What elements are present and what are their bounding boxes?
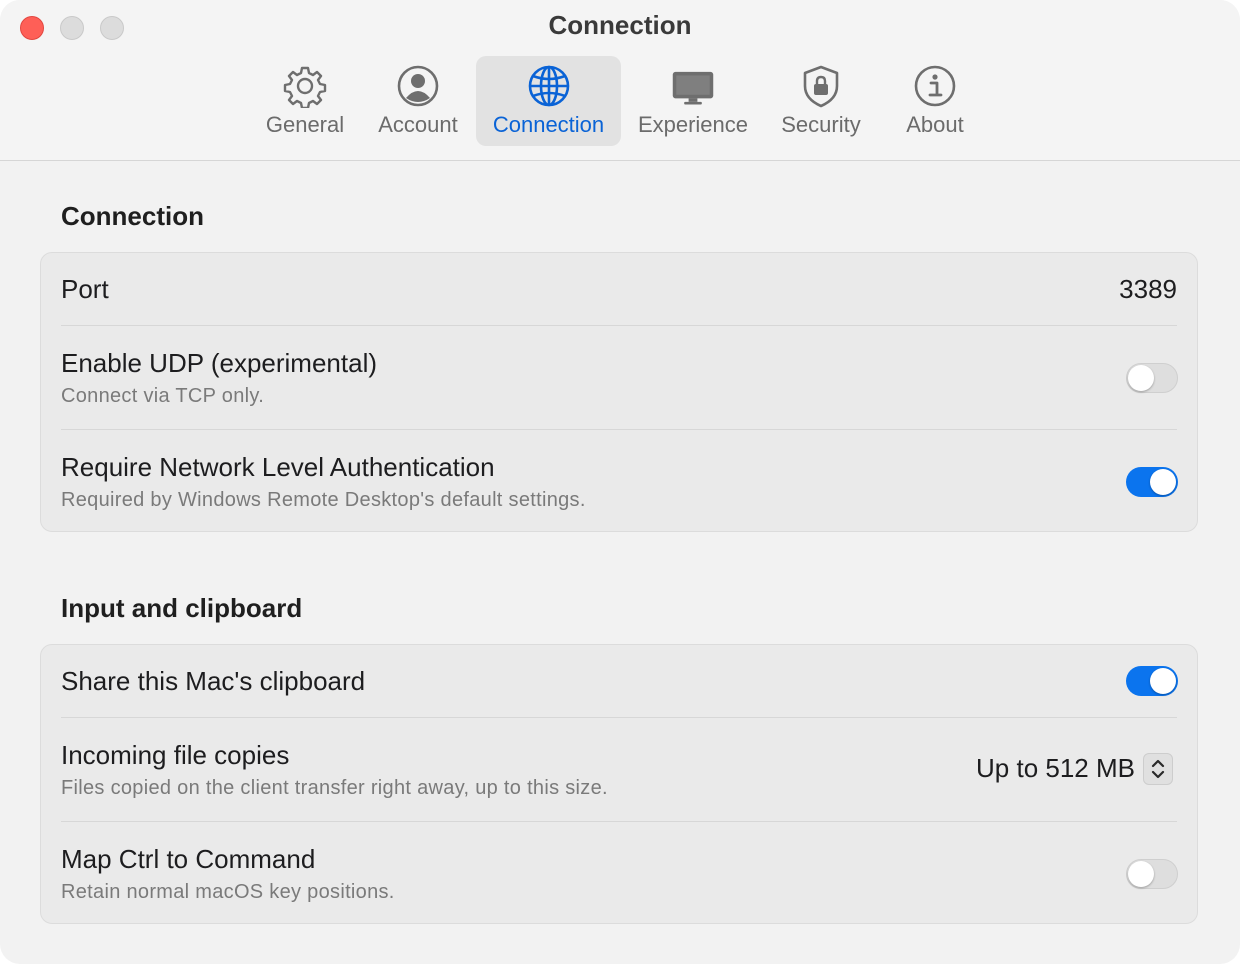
nla-row: Require Network Level Authentication Req… (41, 430, 1197, 533)
clipboard-row: Share this Mac's clipboard (41, 645, 1197, 717)
udp-label: Enable UDP (experimental) (61, 348, 377, 378)
clipboard-label: Share this Mac's clipboard (61, 666, 366, 696)
chevron-up-down-icon[interactable] (1143, 753, 1173, 785)
window-title: Connection (548, 10, 692, 40)
clipboard-toggle[interactable] (1126, 666, 1178, 696)
toggle-knob (1128, 365, 1154, 391)
map-ctrl-label: Map Ctrl to Command (61, 844, 316, 874)
display-icon (671, 64, 715, 108)
toggle-knob (1150, 668, 1176, 694)
input-section-title: Input and clipboard (61, 593, 303, 623)
file-copies-label: Incoming file copies (61, 740, 290, 770)
map-ctrl-toggle[interactable] (1126, 859, 1178, 889)
tab-general-label: General (265, 112, 345, 137)
tab-about-label: About (906, 112, 964, 137)
globe-icon (527, 64, 571, 108)
udp-description: Connect via TCP only. (61, 385, 265, 407)
lock-shield-icon (799, 64, 843, 108)
toggle-knob (1150, 469, 1176, 495)
tab-account[interactable]: Account (366, 56, 470, 146)
nla-description: Required by Windows Remote Desktop's def… (61, 489, 586, 511)
info-circle-icon (913, 64, 957, 108)
port-label: Port (61, 274, 109, 304)
tab-experience-label: Experience (637, 112, 749, 137)
gear-icon (283, 64, 327, 108)
nla-label: Require Network Level Authentication (61, 452, 495, 482)
file-copies-row: Incoming file copies Files copied on the… (41, 718, 1197, 821)
preferences-window: Connection General Account Connection Ex… (0, 0, 1240, 964)
tab-connection[interactable]: Connection (476, 56, 621, 146)
tab-security[interactable]: Security (770, 56, 872, 146)
port-value[interactable]: 3389 (1119, 274, 1177, 305)
connection-group: Port 3389 Enable UDP (experimental) Conn… (40, 252, 1198, 532)
tab-security-label: Security (781, 112, 861, 137)
title-bar: Connection General Account Connection Ex… (0, 0, 1240, 161)
map-ctrl-description: Retain normal macOS key positions. (61, 881, 395, 903)
tab-experience[interactable]: Experience (630, 56, 756, 146)
input-group: Share this Mac's clipboard Incoming file… (40, 644, 1198, 924)
tab-general[interactable]: General (256, 56, 354, 146)
udp-toggle[interactable] (1126, 363, 1178, 393)
tab-about[interactable]: About (892, 56, 978, 146)
file-copies-description: Files copied on the client transfer righ… (61, 777, 608, 799)
connection-section-title: Connection (61, 201, 204, 231)
nla-toggle[interactable] (1126, 467, 1178, 497)
tab-account-label: Account (378, 112, 458, 137)
toggle-knob (1128, 861, 1154, 887)
person-circle-icon (396, 64, 440, 108)
udp-row: Enable UDP (experimental) Connect via TC… (41, 326, 1197, 429)
tab-connection-label: Connection (492, 112, 605, 137)
map-ctrl-row: Map Ctrl to Command Retain normal macOS … (41, 822, 1197, 925)
port-row: Port 3389 (41, 253, 1197, 325)
file-copies-select[interactable]: Up to 512 MB (976, 753, 1135, 784)
